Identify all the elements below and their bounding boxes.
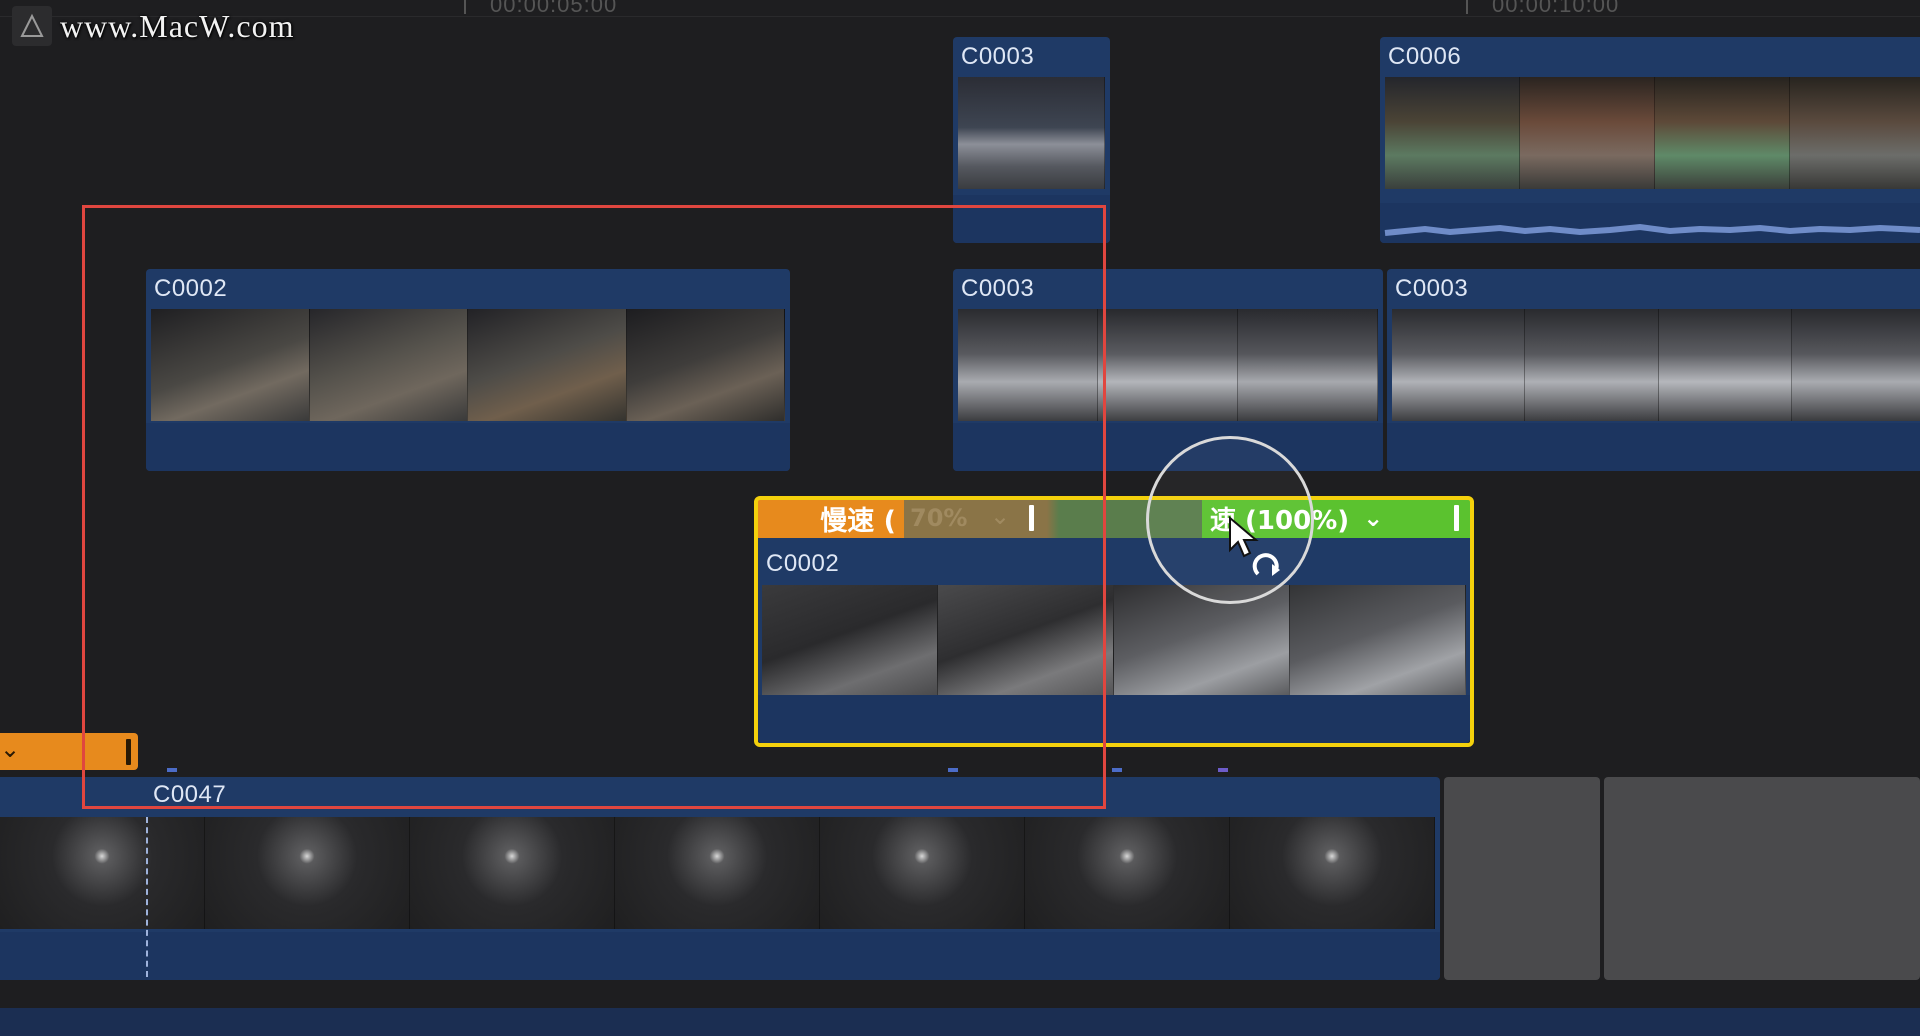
clip-filmstrip: [151, 309, 785, 421]
retime-handle-icon[interactable]: [126, 739, 131, 765]
clip-audio-area: [0, 932, 1440, 980]
ruler-timecode-1: 00:00:05:00: [490, 0, 618, 17]
ruler-tick: [1466, 0, 1468, 14]
clip-c0003-mid-a[interactable]: C0003: [953, 269, 1383, 471]
clip-title: C0047: [153, 781, 227, 808]
timeline-canvas[interactable]: 00:00:05:00 00:00:10:00 www.MacW.com C00…: [0, 0, 1920, 1036]
chevron-down-icon[interactable]: ⌄: [0, 735, 20, 764]
retime-handle-icon[interactable]: [1029, 505, 1034, 531]
timeline-marker[interactable]: [167, 768, 177, 772]
clip-title: C0002: [766, 550, 840, 577]
clip-c0003-top[interactable]: C0003: [953, 37, 1110, 243]
speed-slow-value: 70%: [910, 504, 968, 532]
clip-filmstrip: [958, 77, 1105, 189]
speed-slow-label: 慢速 (: [820, 505, 896, 537]
thumbnail-frame: [1392, 309, 1526, 421]
thumbnail-frame: [0, 817, 205, 929]
clip-filmstrip: [958, 309, 1378, 421]
chevron-down-icon[interactable]: ⌄: [1363, 504, 1383, 532]
clip-title: C0003: [1395, 275, 1469, 302]
thumbnail-frame: [468, 309, 627, 421]
thumbnail-frame: [309, 309, 468, 421]
audio-waveform: [1380, 203, 1920, 243]
thumbnail-frame: [410, 817, 615, 929]
timeline-marker[interactable]: [948, 768, 958, 772]
clip-filmstrip: [1392, 309, 1920, 421]
thumbnail-frame: [958, 77, 1105, 189]
ruler-tick: [464, 0, 466, 14]
thumbnail-frame: [205, 817, 410, 929]
clip-audio-area: [1387, 423, 1920, 471]
retime-cursor-icon: [1252, 553, 1280, 576]
timeline-marker[interactable]: [1218, 768, 1228, 772]
thumbnail-frame: [1098, 309, 1238, 421]
clip-c0047[interactable]: C0047: [0, 777, 1440, 980]
retime-handle-icon[interactable]: [1454, 505, 1459, 531]
clip-c0006[interactable]: C0006: [1380, 37, 1920, 243]
watermark-logo-icon: [12, 6, 52, 46]
clip-title: C0002: [154, 275, 228, 302]
thumbnail-frame: [151, 309, 310, 421]
thumbnail-frame: [1658, 309, 1792, 421]
thumbnail-frame: [1790, 77, 1920, 189]
speed-segment-slow[interactable]: 慢速 (: [757, 498, 904, 538]
thumbnail-frame: [1238, 309, 1378, 421]
thumbnail-frame: [938, 585, 1114, 695]
timeline-bottom-bar: [0, 1008, 1920, 1036]
thumbnail-frame: [1791, 309, 1920, 421]
thumbnail-frame: [762, 585, 938, 695]
timeline-marker[interactable]: [1112, 768, 1122, 772]
playhead-guide: [146, 817, 148, 977]
chevron-down-icon[interactable]: ⌄: [990, 502, 1010, 531]
clip-title: C0006: [1388, 43, 1462, 70]
clip-filmstrip: [0, 817, 1435, 929]
clip-audio-area: [146, 423, 790, 471]
retime-bar[interactable]: 慢速 ( 70% ⌄ 速 (100%) ⌄: [757, 498, 1471, 538]
clip-audio-area: [953, 195, 1110, 243]
clip-c0002-selected[interactable]: C0002: [758, 538, 1470, 743]
thumbnail-frame: [958, 309, 1098, 421]
thumbnail-frame: [1655, 77, 1790, 189]
clip-title: C0003: [961, 43, 1035, 70]
thumbnail-frame: [1385, 77, 1520, 189]
thumbnail-frame: [1025, 817, 1230, 929]
clip-title: C0003: [961, 275, 1035, 302]
ruler-timecode-2: 00:00:10:00: [1492, 0, 1620, 17]
clip-filmstrip: [1385, 77, 1920, 189]
watermark: www.MacW.com: [12, 6, 294, 46]
gap-clip[interactable]: [1604, 777, 1920, 980]
clip-filmstrip: [762, 585, 1466, 695]
gap-clip[interactable]: [1444, 777, 1600, 980]
clip-audio-area: [758, 695, 1470, 743]
thumbnail-frame: [1114, 585, 1290, 695]
thumbnail-frame: [1230, 817, 1435, 929]
thumbnail-frame: [820, 817, 1025, 929]
watermark-text: www.MacW.com: [60, 7, 295, 44]
thumbnail-frame: [1520, 77, 1655, 189]
clip-c0003-mid-b[interactable]: C0003: [1387, 269, 1920, 471]
thumbnail-frame: [615, 817, 820, 929]
thumbnail-frame: [1290, 585, 1466, 695]
pointer-arrow-icon: [1229, 516, 1280, 576]
speed-segment-left[interactable]: ⌄: [0, 733, 138, 770]
thumbnail-frame: [1525, 309, 1659, 421]
clip-c0002-upper[interactable]: C0002: [146, 269, 790, 471]
thumbnail-frame: [626, 309, 785, 421]
